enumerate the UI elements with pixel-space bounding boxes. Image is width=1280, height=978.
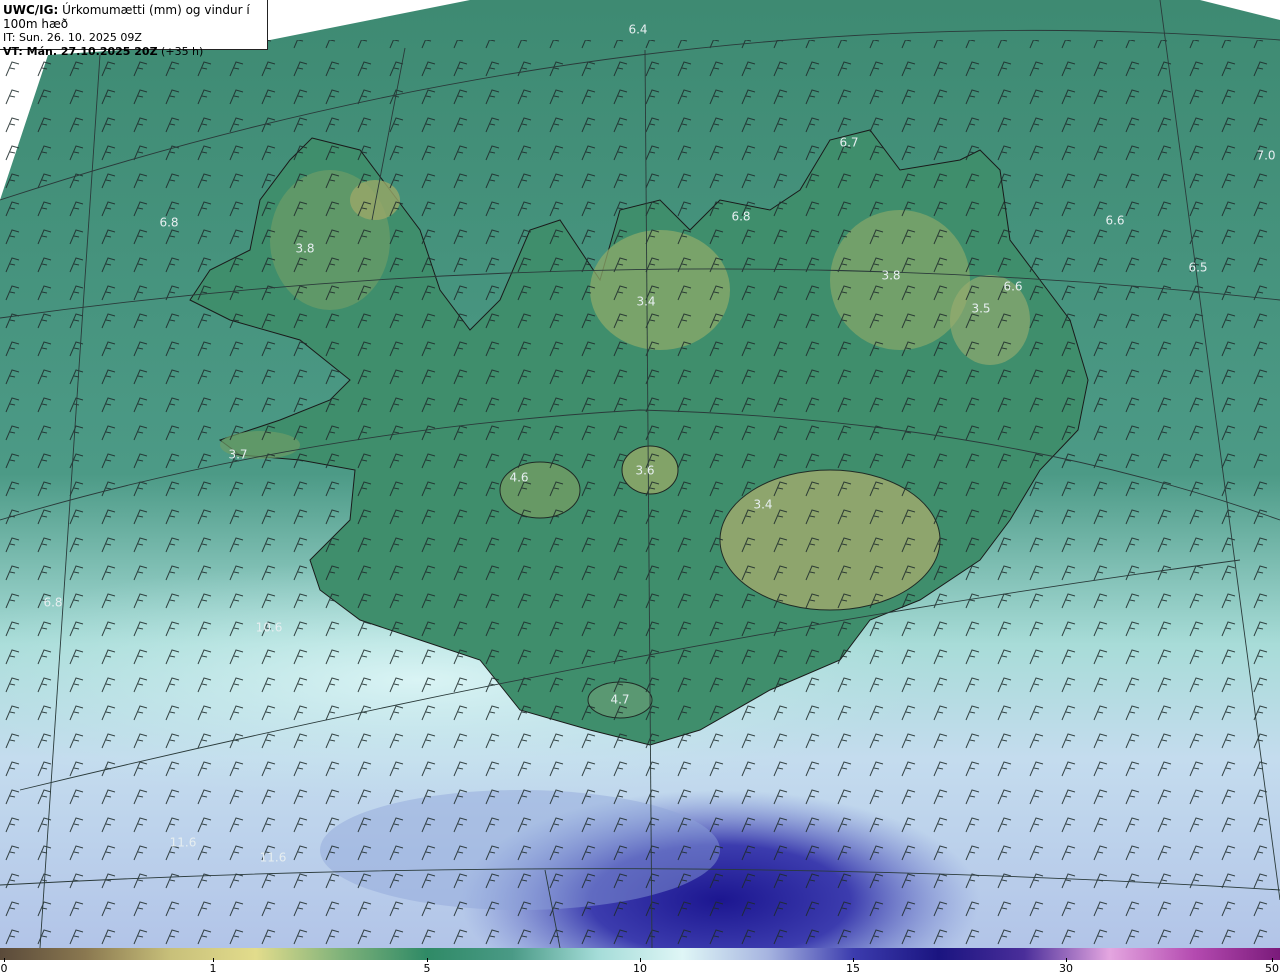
map-value-label: 6.8 [731,210,750,224]
map-value-label: 3.4 [753,498,772,512]
map-value-label: 10.6 [256,621,283,635]
colorbar-tick-label: 1 [209,962,217,975]
map-canvas: 6.4 7.0 6.8 6.8 6.7 6.6 3.8 3.4 3.8 6.6 6.5 3.5 3.7 4… [0,0,1280,948]
map-value-label: 3.4 [636,295,655,309]
map-value-label: 11.6 [260,851,287,865]
colorbar-tick-label: 0 [0,962,8,975]
map-title: UWC/IG: Úrkomumætti (mm) og vindur í 100… [3,3,250,31]
colorbar-tick-label: 30 [1059,962,1073,975]
map-value-label: 6.6 [1105,214,1124,228]
map-value-label: 11.6 [170,836,197,850]
map-value-label: 4.6 [509,471,528,485]
map-value-label: 6.8 [159,216,178,230]
colorbar-tick-label: 15 [846,962,860,975]
colorbar: 0 1 5 10 15 30 50 [0,948,1280,978]
map-value-label: 3.7 [228,448,247,462]
map-value-label: 7.0 [1256,149,1275,163]
colorbar-tick-label: 5 [423,962,431,975]
map-value-label: 3.8 [881,269,900,283]
colorbar-tick-label: 10 [633,962,647,975]
colorbar-tick-label: 50 [1265,962,1279,975]
map-value-label: 6.4 [628,23,647,37]
map-value-label: 6.7 [839,136,858,150]
map-value-label: 3.5 [971,302,990,316]
wind-barbs [0,40,1280,948]
map-value-label: 3.8 [295,242,314,256]
forecast-map: 6.4 7.0 6.8 6.8 6.7 6.6 3.8 3.4 3.8 6.6 6.5 3.5 3.7 4… [0,0,1280,948]
map-header: UWC/IG: Úrkomumætti (mm) og vindur í 100… [0,0,268,58]
map-value-label: 3.6 [635,464,654,478]
valid-time: VT: Mán. 27.10.2025 20Z (+35 h) [3,45,204,58]
issue-time: IT: Sun. 26. 10. 2025 09Z [3,31,142,44]
map-value-label: 4.7 [610,693,629,707]
map-value-label: 6.8 [43,596,62,610]
map-value-label: 6.6 [1003,280,1022,294]
map-value-label: 6.5 [1188,261,1207,275]
